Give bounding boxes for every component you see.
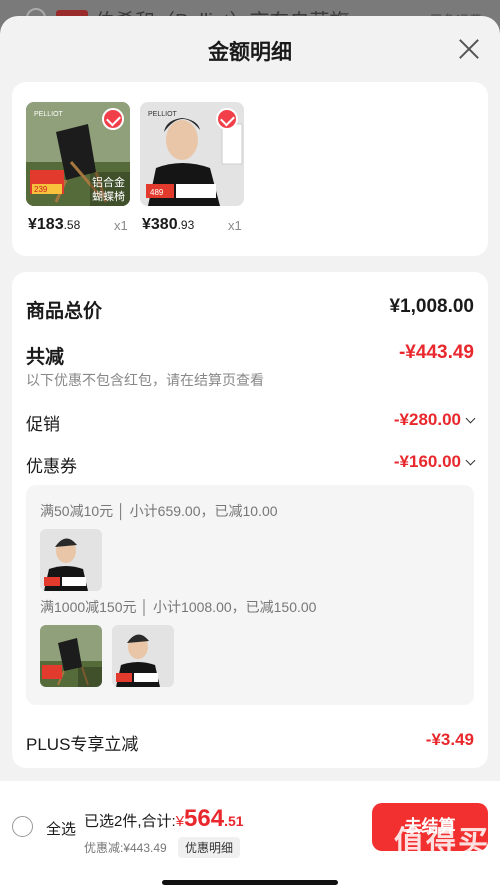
discount-summary: 优惠减:¥443.49 xyxy=(84,841,167,855)
product-thumbnail: 489 PELLIOT xyxy=(140,102,244,206)
product-badge: 239 xyxy=(34,185,48,194)
total-amount-decimal: .51 xyxy=(224,813,244,829)
watermark-logo: 值得买 xyxy=(394,826,490,859)
close-icon[interactable] xyxy=(458,38,480,60)
coupon-product-thumbnail xyxy=(112,625,174,687)
sheet-header: 金额明细 xyxy=(0,16,500,80)
svg-text:铝合金: 铝合金 xyxy=(92,175,125,189)
total-amount: 564 xyxy=(184,805,225,832)
checked-icon xyxy=(102,108,124,130)
product-price: ¥380.93 xyxy=(142,216,195,233)
selection-summary: 已选2件,合计:¥564.51 xyxy=(84,805,244,833)
products-card: 239 铝合金 蝴蝶椅 PELLIOT ¥183.58 x1 489 PELLI… xyxy=(12,82,488,256)
summary-prefix: 已选2件,合计: xyxy=(84,813,176,830)
product-price: ¥183.58 xyxy=(28,216,81,233)
product-item[interactable]: 239 铝合金 蝴蝶椅 PELLIOT ¥183.58 x1 xyxy=(26,102,130,233)
discount-detail-button[interactable]: 优惠明细 xyxy=(178,837,241,858)
checkout-bar: 全选 已选2件,合计:¥564.51 优惠减:¥443.49 优惠明细 去结算 … xyxy=(0,781,500,885)
product-badge: 489 xyxy=(150,188,164,197)
select-all-label[interactable]: 全选 xyxy=(46,818,76,839)
amount-detail-sheet: 金额明细 239 铝合金 蝴蝶椅 PELLIOT ¥183.58 x1 489 … xyxy=(0,16,500,885)
svg-text:蝴蝶椅: 蝴蝶椅 xyxy=(92,189,125,203)
product-thumbnail: 239 铝合金 蝴蝶椅 PELLIOT xyxy=(26,102,130,206)
svg-text:PELLIOT: PELLIOT xyxy=(148,111,178,118)
coupon-product-thumbnail xyxy=(40,625,102,687)
plus-discount-label: PLUS专享立减 xyxy=(26,735,139,754)
promotion-label: 促销 xyxy=(26,415,60,434)
product-item[interactable]: 489 PELLIOT ¥380.93 x1 xyxy=(140,102,244,233)
sheet-title: 金额明细 xyxy=(208,41,292,64)
svg-text:PELLIOT: PELLIOT xyxy=(34,111,64,118)
total-price-label: 商品总价 xyxy=(26,301,103,322)
total-reduce-label: 共减 xyxy=(26,347,65,368)
reduce-note: 以下优惠不包含红包，请在结算页查看 xyxy=(26,372,264,388)
product-quantity: x1 xyxy=(228,218,242,233)
select-all-radio[interactable] xyxy=(12,816,33,837)
home-indicator xyxy=(162,880,338,885)
coupon-condition: 满50减10元 │ 小计659.00，已减10.00 xyxy=(40,503,278,519)
plus-discount-value: -¥3.49 xyxy=(425,730,474,749)
coupon-label: 优惠券 xyxy=(26,457,77,476)
total-reduce-value: -¥443.49 xyxy=(398,342,474,363)
promotion-value: -¥280.00 xyxy=(394,410,476,430)
coupon-value: -¥160.00 xyxy=(394,452,476,472)
product-quantity: x1 xyxy=(114,218,128,233)
total-currency: ¥ xyxy=(175,813,185,830)
coupon-breakdown: 满50减10元 │ 小计659.00，已减10.00 满1000减150元 │ … xyxy=(26,485,474,705)
chevron-up-icon[interactable] xyxy=(465,455,476,466)
coupon-product-thumbnail xyxy=(40,529,102,591)
chevron-down-icon[interactable] xyxy=(465,413,476,424)
total-price-value: ¥1,008.00 xyxy=(389,296,474,317)
checked-icon xyxy=(216,108,238,130)
coupon-condition: 满1000减150元 │ 小计1008.00，已减150.00 xyxy=(40,599,317,615)
amount-detail-card: 商品总价 ¥1,008.00 共减 -¥443.49 以下优惠不包含红包，请在结… xyxy=(12,272,488,768)
watermark-url: zhizhizhi.com xyxy=(399,860,490,876)
